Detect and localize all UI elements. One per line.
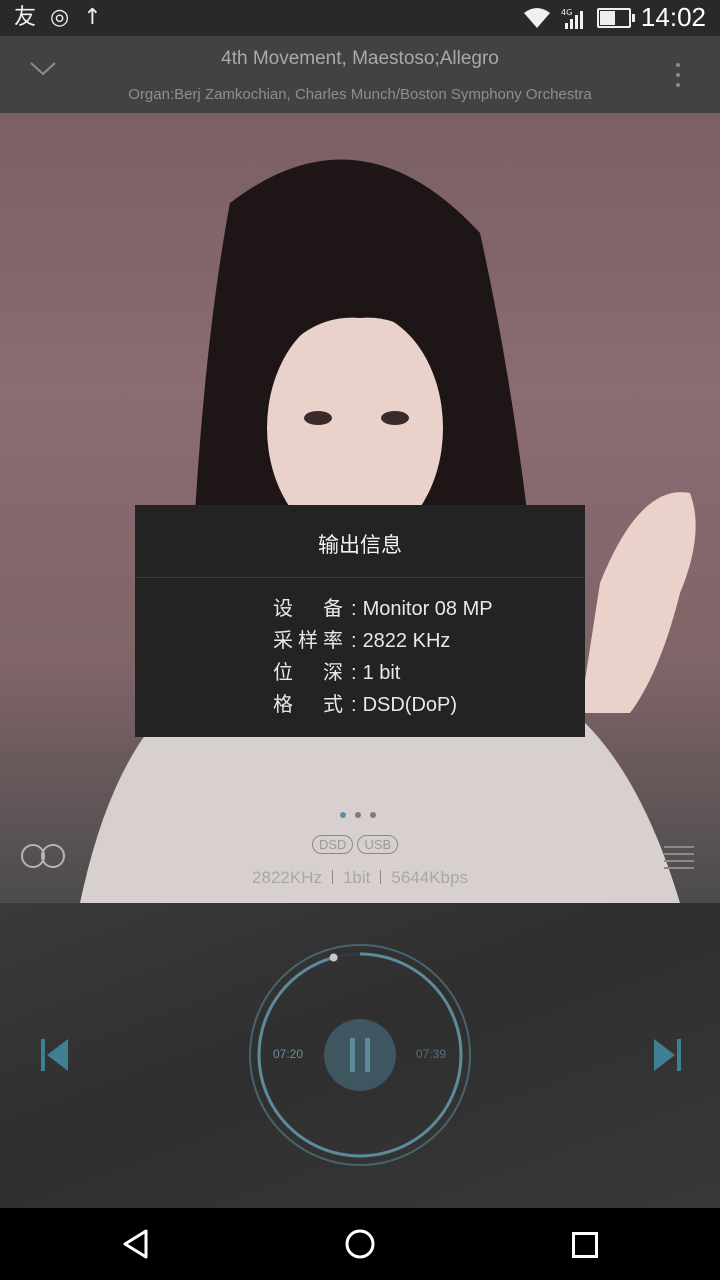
format-badges: DSD USB xyxy=(312,835,399,854)
app-icon: 友 xyxy=(14,5,37,30)
output-info-dialog: 输出信息 设 备 : Monitor 08 MP 采样率 : 2822 KHz 位… xyxy=(135,505,585,737)
target-icon: ◎ xyxy=(50,5,70,30)
page-dot[interactable] xyxy=(355,812,361,818)
info-key-char: 采 xyxy=(273,630,293,652)
system-nav-bar xyxy=(0,1208,720,1280)
info-separator: : xyxy=(351,694,357,716)
pause-icon-bar xyxy=(350,1038,355,1072)
info-value-format: DSD(DoP) xyxy=(362,694,458,716)
playlist-icon[interactable] xyxy=(664,845,694,869)
info-key-char: 格 xyxy=(273,694,293,716)
dsd-badge: DSD xyxy=(312,835,354,854)
bit-depth-text: 1bit xyxy=(342,868,371,887)
info-key-char: 率 xyxy=(323,630,343,652)
network-label: 4G xyxy=(561,8,572,17)
status-bar: 友 ◎ ↑ 4G 14:02 xyxy=(0,0,720,36)
total-time: 07:39 xyxy=(416,1047,447,1061)
wifi-icon xyxy=(523,7,550,28)
dialog-title: 输出信息 xyxy=(135,505,585,578)
info-key-char: 深 xyxy=(323,662,343,684)
repeat-mode-icon[interactable] xyxy=(20,842,66,870)
info-key-char: 样 xyxy=(298,630,318,652)
info-separator: : xyxy=(351,662,357,684)
info-row-device: 设 备 : Monitor 08 MP xyxy=(273,593,493,625)
sample-rate-text: 2822KHz xyxy=(252,868,322,887)
info-separator: : xyxy=(351,630,357,652)
info-key-char: 备 xyxy=(323,598,343,620)
usb-badge: USB xyxy=(357,835,399,854)
info-key-char: 式 xyxy=(323,694,343,716)
info-row-bit-depth: 位 深 : 1 bit xyxy=(273,657,493,689)
recent-apps-icon[interactable] xyxy=(572,1232,598,1258)
page-indicator xyxy=(340,812,376,818)
output-info-list: 设 备 : Monitor 08 MP 采样率 : 2822 KHz 位 深 : 1… xyxy=(273,593,493,721)
info-key-char: 设 xyxy=(273,598,293,620)
pause-button[interactable] xyxy=(324,1019,396,1091)
progress-knob[interactable] xyxy=(329,953,338,962)
back-icon[interactable] xyxy=(120,1228,152,1260)
pause-icon-bar xyxy=(365,1038,370,1072)
info-row-format: 格 式 : DSD(DoP) xyxy=(273,689,493,721)
info-value-device: Monitor 08 MP xyxy=(362,598,493,620)
info-row-sample-rate: 采样率 : 2822 KHz xyxy=(273,625,493,657)
elapsed-time: 07:20 xyxy=(273,1047,304,1061)
track-artist: Organ:Berj Zamkochian, Charles Munch/Bos… xyxy=(128,86,592,103)
track-title: 4th Movement, Maestoso;Allegro xyxy=(221,48,499,69)
usb-icon: ↑ xyxy=(83,5,102,30)
previous-track-icon[interactable] xyxy=(40,1037,70,1073)
page-dot-active[interactable] xyxy=(340,812,346,818)
next-track-icon[interactable] xyxy=(652,1037,682,1073)
info-value-bit-depth: 1 bit xyxy=(362,662,401,684)
battery-icon xyxy=(596,7,635,28)
info-key-char: 位 xyxy=(273,662,293,684)
home-icon[interactable] xyxy=(344,1228,376,1260)
info-value-sample-rate: 2822 KHz xyxy=(362,630,451,652)
clock: 14:02 xyxy=(640,2,706,32)
audio-tech-info: 2822KHz 1bit 5644Kbps xyxy=(0,868,720,888)
info-separator: : xyxy=(351,598,357,620)
page-dot[interactable] xyxy=(370,812,376,818)
bitrate-text: 5644Kbps xyxy=(391,868,468,887)
more-options-icon[interactable] xyxy=(670,60,686,90)
now-playing-header: 4th Movement, Maestoso;Allegro Organ:Ber… xyxy=(0,36,720,113)
signal-icon: 4G xyxy=(561,8,583,29)
